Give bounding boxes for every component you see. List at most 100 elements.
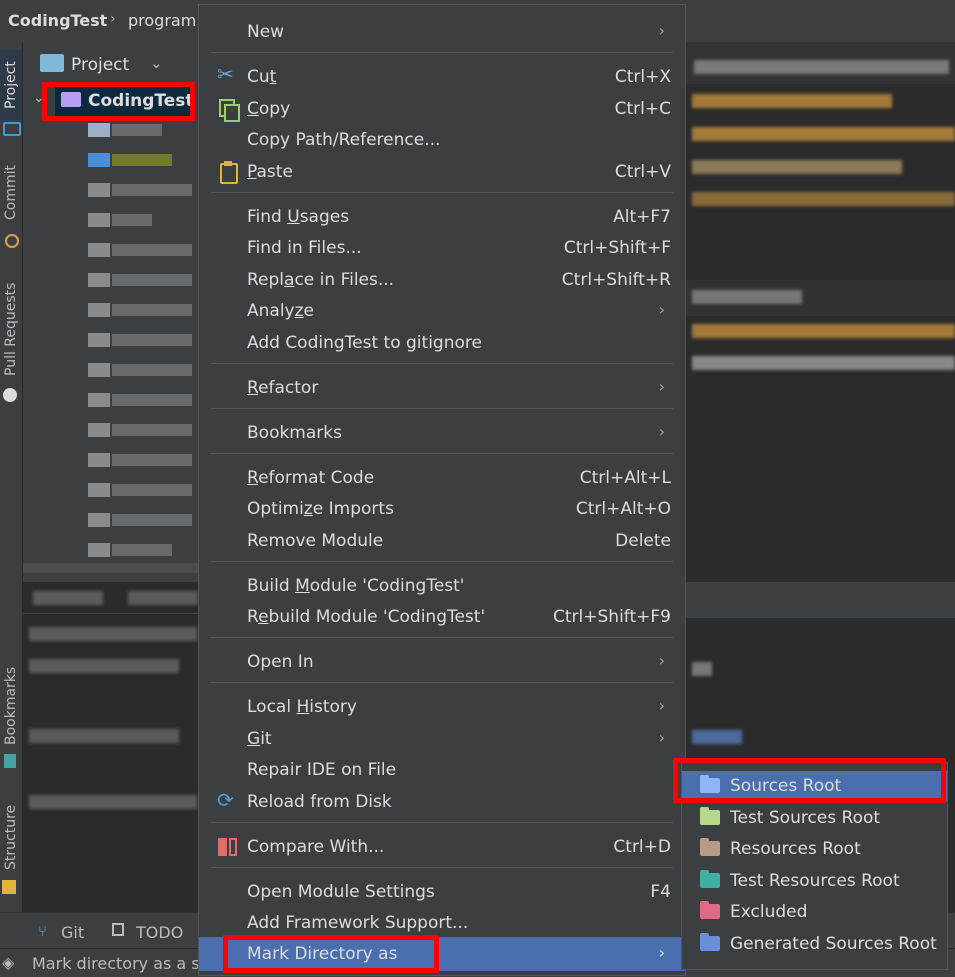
menu-item-replace-in-files[interactable]: Replace in Files... Ctrl+Shift+R [199, 265, 685, 295]
menu-item-optimize-imports[interactable]: Optimize Imports Ctrl+Alt+O [199, 494, 685, 524]
todo-icon [112, 923, 124, 936]
module-folder-icon [61, 92, 81, 107]
menu-item-new[interactable]: New › [199, 17, 685, 47]
tree-item[interactable] [60, 450, 200, 470]
submenu-arrow-icon: › [658, 696, 665, 715]
menu-item-analyze[interactable]: Analyze › [199, 296, 685, 326]
structure-icon [2, 880, 16, 894]
menu-separator [211, 192, 673, 193]
tree-root-label[interactable]: CodingTest [88, 91, 194, 111]
tree-item[interactable] [60, 480, 200, 500]
tree-item[interactable] [60, 270, 200, 290]
menu-item-find-usages[interactable]: Find Usages Alt+F7 [199, 202, 685, 232]
menu-separator [211, 561, 673, 562]
menu-item-repair-ide[interactable]: Repair IDE on File [199, 755, 685, 785]
menu-item-mark-directory-as[interactable]: Mark Directory as › [199, 937, 685, 971]
tree-item[interactable] [60, 210, 200, 230]
tree-item[interactable] [60, 330, 200, 350]
excluded-folder-icon [700, 901, 720, 919]
submenu-arrow-icon: › [658, 651, 665, 670]
menu-item-find-in-files[interactable]: Find in Files... Ctrl+Shift+F [199, 233, 685, 263]
status-text: Mark directory as a s [32, 954, 200, 973]
submenu-arrow-icon: › [658, 422, 665, 441]
tool-tab-pull-requests[interactable]: Pull Requests [0, 274, 22, 384]
menu-item-reload-from-disk[interactable]: ⟳ Reload from Disk [199, 787, 685, 817]
menu-item-build-module[interactable]: Build Module 'CodingTest' [199, 571, 685, 601]
tree-item[interactable] [60, 420, 200, 440]
submenu-arrow-icon: › [658, 300, 665, 319]
submenu-item-generated-sources-root[interactable]: Generated Sources Root [682, 929, 947, 959]
menu-item-bookmarks[interactable]: Bookmarks › [199, 418, 685, 448]
submenu-item-test-resources-root[interactable]: Test Resources Root [682, 866, 947, 896]
test-sources-folder-icon [700, 807, 720, 825]
generated-sources-folder-icon [700, 933, 720, 951]
context-menu: New › ✂ Cut Ctrl+X Copy Ctrl+C Copy Path/… [198, 4, 686, 976]
menu-item-paste[interactable]: Paste Ctrl+V [199, 157, 685, 187]
menu-separator [211, 52, 673, 53]
git-branch-icon: ⑂ [38, 922, 48, 940]
resources-folder-icon [700, 838, 720, 856]
submenu-arrow-icon: › [658, 377, 665, 396]
submenu-item-sources-root[interactable]: Sources Root [682, 771, 947, 801]
tool-tab-structure[interactable]: Structure [0, 798, 22, 876]
submenu-arrow-icon: › [658, 943, 665, 962]
project-tool-icon [3, 122, 21, 136]
terminal-panel [23, 585, 203, 910]
tree-item[interactable] [60, 510, 200, 530]
menu-item-compare-with[interactable]: Compare With... Ctrl+D [199, 832, 685, 862]
tree-item[interactable] [60, 390, 200, 410]
breadcrumb-project[interactable]: CodingTest [8, 11, 107, 30]
menu-item-copy[interactable]: Copy Ctrl+C [199, 94, 685, 124]
submenu-item-resources-root[interactable]: Resources Root [682, 834, 947, 864]
menu-item-copy-path[interactable]: Copy Path/Reference... [199, 125, 685, 155]
menu-item-cut[interactable]: ✂ Cut Ctrl+X [199, 62, 685, 92]
menu-item-open-in[interactable]: Open In › [199, 647, 685, 677]
submenu-arrow-icon: › [658, 21, 665, 40]
menu-separator [211, 637, 673, 638]
submenu-item-test-sources-root[interactable]: Test Sources Root [682, 803, 947, 833]
expand-arrow-icon[interactable]: ⌄ [33, 90, 45, 106]
left-tool-strip: Project Commit Pull Requests Bookmarks S… [0, 42, 23, 912]
tool-tab-project[interactable]: Project [0, 50, 22, 120]
menu-item-refactor[interactable]: Refactor › [199, 373, 685, 403]
bookmark-icon [4, 754, 16, 768]
layers-icon: ◈ [2, 953, 15, 972]
refresh-icon: ⟳ [217, 788, 234, 812]
github-icon [3, 388, 17, 402]
menu-separator [211, 867, 673, 868]
tool-tab-todo[interactable]: TODO [136, 923, 183, 942]
tool-tab-git[interactable]: Git [61, 923, 84, 942]
menu-separator [211, 453, 673, 454]
copy-icon [217, 98, 240, 122]
tree-item[interactable] [60, 240, 200, 260]
menu-item-remove-module[interactable]: Remove Module Delete [199, 526, 685, 556]
project-panel-title[interactable]: Project [71, 55, 129, 75]
tool-tab-bookmarks[interactable]: Bookmarks [0, 660, 22, 752]
menu-item-add-to-gitignore[interactable]: Add CodingTest to gitignore [199, 328, 685, 358]
menu-separator [211, 408, 673, 409]
menu-item-add-framework-support[interactable]: Add Framework Support... [199, 908, 685, 938]
sources-root-folder-icon [700, 775, 720, 793]
horizontal-scrollbar[interactable] [23, 563, 198, 573]
tree-item[interactable] [60, 360, 200, 380]
tree-item[interactable] [60, 180, 200, 200]
menu-item-rebuild-module[interactable]: Rebuild Module 'CodingTest' Ctrl+Shift+F… [199, 602, 685, 632]
menu-separator [211, 682, 673, 683]
menu-item-open-module-settings[interactable]: Open Module Settings F4 [199, 877, 685, 907]
tree-item[interactable] [60, 540, 200, 560]
tree-item[interactable] [60, 150, 200, 170]
menu-item-local-history[interactable]: Local History › [199, 692, 685, 722]
menu-separator [211, 822, 673, 823]
submenu-arrow-icon: › [658, 728, 665, 747]
tool-tab-commit[interactable]: Commit [0, 160, 22, 226]
breadcrumb-separator-icon: › [110, 11, 116, 27]
chevron-down-icon[interactable]: ⌄ [150, 54, 163, 72]
compare-icon [217, 836, 239, 858]
breadcrumb-folder[interactable]: program [128, 11, 196, 30]
tree-item[interactable] [60, 300, 200, 320]
menu-item-reformat-code[interactable]: Reformat Code Ctrl+Alt+L [199, 463, 685, 493]
menu-item-git[interactable]: Git › [199, 724, 685, 754]
submenu-item-excluded[interactable]: Excluded [682, 897, 947, 927]
tree-item[interactable] [60, 120, 200, 140]
menu-separator [211, 363, 673, 364]
